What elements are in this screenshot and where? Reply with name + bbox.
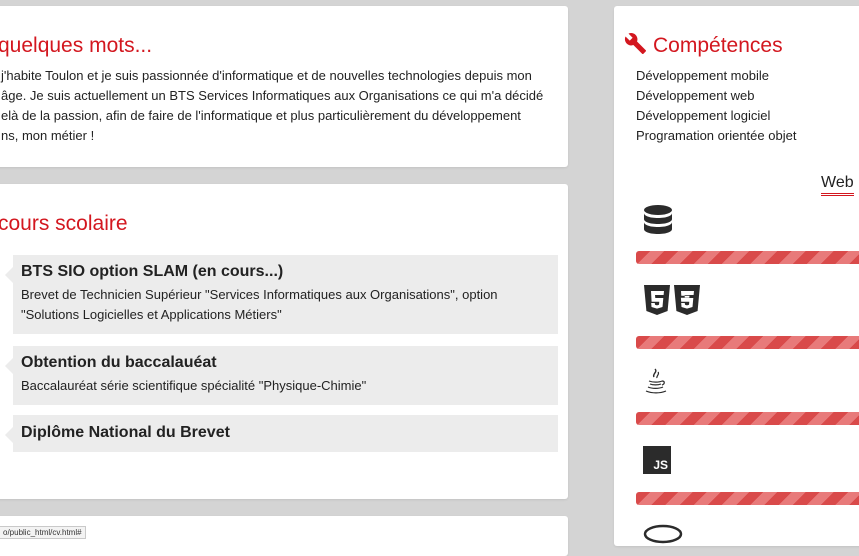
php-icon [643,524,683,544]
entry-description-line: Brevet de Technicien Supérieur "Services… [21,287,498,302]
about-text: j'habite Toulon et je suis passionnée d'… [1,66,556,146]
database-icon [644,205,672,234]
tab-web[interactable]: Web [821,174,854,196]
about-text-line: j'habite Toulon et je suis passionnée d'… [1,68,532,83]
wrench-icon [624,33,647,55]
skills-heading: Compétences [624,32,783,58]
entry-description-line: Baccalauréat série scientifique spéciali… [21,378,367,393]
status-bar-url: o/public_html/cv.html# [0,526,86,539]
about-text-line: elà de la passion, afin de faire de l'in… [1,108,521,123]
html5-css3-icon [644,285,700,315]
entry-title: BTS SIO option SLAM (en cours...) [21,263,284,280]
java-icon [645,368,667,394]
timeline-entry: BTS SIO option SLAM (en cours...) Brevet… [5,255,558,334]
timeline-entry: Obtention du baccalauéat Baccalauréat sé… [5,346,558,405]
skill-item: Développement logiciel [636,108,771,123]
skill-level-bar [636,412,859,425]
skill-level-bar [636,251,859,264]
entry-description-line: "Solutions Logicielles et Applications M… [21,307,282,322]
skills-card: Compétences Développement mobile Dévelop… [614,6,859,546]
school-card: cours scolaire BTS SIO option SLAM (en c… [0,184,568,499]
about-text-line: ns, mon métier ! [1,128,95,143]
skill-level-bar [636,492,859,505]
entry-title: Obtention du baccalauéat [21,354,217,371]
entry-description: Brevet de Technicien Supérieur "Services… [21,285,541,325]
timeline-entry: Diplôme National du Brevet [5,415,558,452]
entry-description: Baccalauréat série scientifique spéciali… [21,376,541,396]
skill-level-bar [636,336,859,349]
javascript-icon: JS [643,446,671,474]
skill-item: Développement web [636,88,755,103]
school-title: cours scolaire [0,212,128,235]
skill-item: Programation orientée objet [636,128,797,143]
entry-title: Diplôme National du Brevet [21,424,230,441]
skill-item: Développement mobile [636,68,769,83]
about-text-line: âge. Je suis actuellement un BTS Service… [1,88,544,103]
skills-title: Compétences [653,34,783,57]
about-title: quelques mots... [0,34,153,57]
skills-list: Développement mobile Développement web D… [636,66,796,146]
about-card: quelques mots... j'habite Toulon et je s… [0,6,568,167]
javascript-icon-label: JS [653,458,668,472]
